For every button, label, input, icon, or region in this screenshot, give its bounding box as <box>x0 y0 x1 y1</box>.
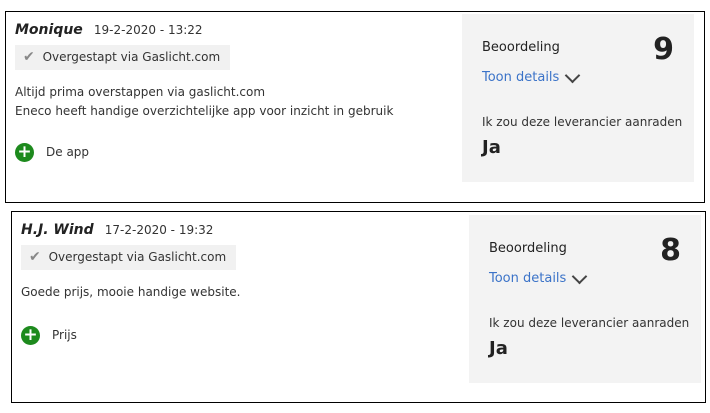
pro-item: + De app <box>15 141 455 163</box>
rating-panel: Beoordeling 9 Toon details Ik zou deze l… <box>462 14 694 182</box>
review-text-line: Eneco heeft handige overzichtelijke app … <box>15 104 394 118</box>
review-text-line: Altijd prima overstappen via gaslicht.co… <box>15 85 266 99</box>
recommend-label: Ik zou deze leverancier aanraden <box>489 316 690 330</box>
switched-badge: ✔ Overgestapt via Gaslicht.com <box>15 45 231 70</box>
review-card: Monique 19-2-2020 - 13:22 ✔ Overgestapt … <box>5 11 705 203</box>
review-content: Monique 19-2-2020 - 13:22 ✔ Overgestapt … <box>15 19 455 163</box>
recommend-value: Ja <box>489 338 508 359</box>
show-details-label: Toon details <box>482 70 560 85</box>
review-content: H.J. Wind 17-2-2020 - 19:32 ✔ Overgestap… <box>21 219 461 346</box>
review-date: 17-2-2020 - 19:32 <box>104 223 214 237</box>
review-author: H.J. Wind <box>21 222 94 238</box>
switched-badge-label: Overgestapt via Gaslicht.com <box>48 250 227 264</box>
chevron-down-icon <box>565 67 581 83</box>
rating-label: Beoordeling <box>482 40 560 55</box>
pro-label: De app <box>46 145 90 159</box>
rating-label: Beoordeling <box>489 241 567 256</box>
review-text: Goede prijs, mooie handige website. <box>21 283 461 302</box>
plus-icon: + <box>21 325 40 345</box>
review-card: H.J. Wind 17-2-2020 - 19:32 ✔ Overgestap… <box>11 211 706 403</box>
show-details-label: Toon details <box>489 271 567 286</box>
show-details-link[interactable]: Toon details <box>482 67 581 85</box>
chevron-down-icon <box>572 268 588 284</box>
review-meta: H.J. Wind 17-2-2020 - 19:32 <box>21 219 461 239</box>
review-text: Altijd prima overstappen via gaslicht.co… <box>15 83 455 121</box>
switched-badge-label: Overgestapt via Gaslicht.com <box>42 50 221 64</box>
pro-item: + Prijs <box>21 324 461 346</box>
review-author: Monique <box>15 22 83 38</box>
review-text-line: Goede prijs, mooie handige website. <box>21 285 241 299</box>
switched-badge: ✔ Overgestapt via Gaslicht.com <box>21 245 237 270</box>
pro-label: Prijs <box>52 328 77 342</box>
recommend-label: Ik zou deze leverancier aanraden <box>482 115 683 129</box>
checkmark-icon: ✔ <box>23 49 35 65</box>
checkmark-icon: ✔ <box>29 249 41 265</box>
rating-score: 9 <box>653 32 674 67</box>
rating-score: 8 <box>660 233 681 268</box>
review-meta: Monique 19-2-2020 - 13:22 <box>15 19 455 39</box>
recommend-value: Ja <box>482 137 501 158</box>
rating-panel: Beoordeling 8 Toon details Ik zou deze l… <box>469 215 701 383</box>
plus-icon: + <box>15 142 34 162</box>
show-details-link[interactable]: Toon details <box>489 268 588 286</box>
review-date: 19-2-2020 - 13:22 <box>93 23 203 37</box>
